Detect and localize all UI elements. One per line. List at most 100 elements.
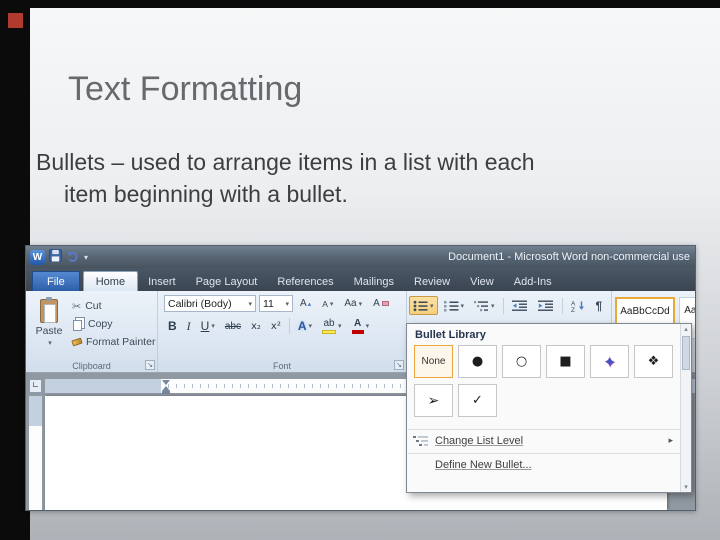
tab-references[interactable]: References bbox=[267, 272, 343, 291]
clear-formatting-button[interactable]: A bbox=[369, 295, 393, 312]
highlight-button[interactable]: ab ▾ bbox=[318, 317, 346, 335]
font-size-combobox[interactable]: 11 ▾ bbox=[259, 295, 293, 312]
bullets-button[interactable]: ▾ bbox=[409, 296, 438, 315]
scroll-up-icon[interactable]: ▴ bbox=[681, 325, 691, 333]
document-title: Document1 - Microsoft Word non-commercia… bbox=[448, 251, 690, 263]
change-list-level-label: Change List Level bbox=[435, 434, 524, 447]
arrow-up-icon: ▴ bbox=[307, 299, 312, 308]
chevron-down-icon: ▾ bbox=[430, 301, 434, 310]
tab-home[interactable]: Home bbox=[82, 271, 139, 291]
chevron-down-icon: ▾ bbox=[460, 301, 465, 310]
bold-button[interactable]: B bbox=[164, 317, 181, 335]
chevron-down-icon: ▾ bbox=[365, 322, 370, 330]
sort-icon: AZ bbox=[571, 300, 584, 312]
quick-access-toolbar: W ▾ bbox=[30, 249, 88, 265]
tab-insert[interactable]: Insert bbox=[138, 272, 186, 291]
font-family-combobox[interactable]: Calibri (Body) ▾ bbox=[164, 295, 256, 312]
font-group-label: Font bbox=[272, 361, 291, 371]
save-icon[interactable] bbox=[49, 249, 62, 265]
shrink-font-glyph: A bbox=[322, 298, 328, 309]
tab-page-layout[interactable]: Page Layout bbox=[186, 272, 268, 291]
clipboard-small-buttons: ✂ Cut Copy Format Painter bbox=[71, 297, 155, 351]
font-color-button[interactable]: A ▾ bbox=[348, 317, 374, 335]
chevron-down-icon: ▾ bbox=[491, 301, 495, 310]
multilevel-list-button[interactable]: ▾ bbox=[470, 296, 499, 315]
slide-top-bar bbox=[0, 0, 720, 8]
shrink-font-button[interactable]: A ▾ bbox=[318, 295, 337, 312]
vertical-ruler-text-area bbox=[29, 426, 42, 510]
paste-button[interactable]: Paste ▾ bbox=[30, 295, 68, 355]
eraser-icon bbox=[381, 301, 389, 306]
bullet-option-none[interactable]: None bbox=[414, 345, 453, 378]
font-dialog-launcher[interactable]: ↘ bbox=[394, 360, 404, 370]
subscript-button[interactable]: x₂ bbox=[247, 317, 265, 335]
cut-label: Cut bbox=[85, 300, 102, 312]
paste-clipboard-icon bbox=[40, 297, 58, 323]
chevron-down-icon: ▾ bbox=[285, 299, 289, 308]
clipboard-dialog-launcher[interactable]: ↘ bbox=[145, 360, 155, 370]
divider bbox=[561, 297, 563, 314]
copy-button[interactable]: Copy bbox=[72, 315, 155, 333]
underline-button[interactable]: U ▾ bbox=[197, 317, 219, 335]
bullet-library-flyout: Bullet Library None ● ○ ■ ✦ ❖ ➢ ✓ Change… bbox=[406, 323, 692, 493]
left-indent-marker[interactable] bbox=[162, 391, 170, 394]
slide-body: Bullets – used to arrange items in a lis… bbox=[36, 146, 535, 210]
text-effects-button[interactable]: A ▾ bbox=[294, 317, 316, 335]
scrollbar-thumb[interactable] bbox=[682, 336, 690, 370]
bullet-option-checkmark[interactable]: ✓ bbox=[458, 384, 497, 417]
sort-button[interactable]: AZ bbox=[567, 296, 590, 315]
chevron-down-icon: ▾ bbox=[358, 299, 363, 308]
tab-review[interactable]: Review bbox=[404, 272, 460, 291]
format-painter-button[interactable]: Format Painter bbox=[71, 333, 155, 351]
show-hide-pilcrow-button[interactable]: ¶ bbox=[592, 296, 607, 315]
word-window-screenshot: W ▾ Document1 - Microsoft Word non-comme… bbox=[25, 245, 696, 511]
change-case-button[interactable]: Aa ▾ bbox=[340, 295, 366, 312]
chevron-down-icon: ▾ bbox=[48, 339, 52, 347]
cut-button[interactable]: ✂ Cut bbox=[72, 297, 155, 315]
arrow-down-icon: ▾ bbox=[329, 299, 334, 308]
flyout-scrollbar[interactable]: ▴ ▾ bbox=[680, 324, 691, 492]
scroll-down-icon[interactable]: ▾ bbox=[681, 483, 691, 491]
numbering-button[interactable]: ▾ bbox=[440, 296, 469, 315]
bullet-option-filled-square[interactable]: ■ bbox=[546, 345, 585, 378]
underline-glyph: U bbox=[200, 319, 210, 333]
tab-view[interactable]: View bbox=[460, 272, 504, 291]
vertical-ruler bbox=[29, 396, 42, 510]
bullet-option-hollow-circle[interactable]: ○ bbox=[502, 345, 541, 378]
slide-accent-square bbox=[8, 13, 23, 28]
change-case-glyph: Aa bbox=[344, 298, 357, 309]
bullet-option-arrowhead[interactable]: ➢ bbox=[414, 384, 453, 417]
undo-icon[interactable] bbox=[66, 250, 80, 265]
chevron-down-icon: ▾ bbox=[211, 322, 215, 330]
first-line-indent-marker[interactable] bbox=[162, 380, 170, 385]
strikethrough-button[interactable]: abc bbox=[221, 317, 245, 335]
increase-indent-button[interactable] bbox=[534, 296, 558, 315]
tab-add-ins[interactable]: Add-Ins bbox=[504, 272, 562, 291]
text-effects-glyph: A bbox=[297, 319, 307, 333]
bullet-grid-row-1: None ● ○ ■ ✦ ❖ bbox=[407, 345, 691, 378]
qat-dropdown-icon[interactable]: ▾ bbox=[84, 253, 88, 262]
superscript-button[interactable]: x² bbox=[267, 317, 285, 335]
font-group: Calibri (Body) ▾ 11 ▾ A ▴ A ▾ Aa ▾ A B I… bbox=[158, 291, 407, 372]
scissors-icon: ✂ bbox=[72, 299, 82, 313]
slide-title: Text Formatting bbox=[68, 70, 303, 108]
bullet-option-star[interactable]: ✦ bbox=[590, 345, 629, 378]
define-new-bullet-item[interactable]: Define New Bullet... bbox=[407, 454, 691, 475]
change-list-level-item[interactable]: Change List Level ▸ bbox=[407, 430, 691, 451]
bullet-option-four-diamonds[interactable]: ❖ bbox=[634, 345, 673, 378]
highlight-glyph: ab bbox=[323, 317, 335, 329]
bullet-option-filled-circle[interactable]: ● bbox=[458, 345, 497, 378]
tab-selector[interactable]: ∟ bbox=[29, 379, 42, 393]
indent-markers[interactable] bbox=[162, 380, 171, 394]
body-line: item beginning with a bullet. bbox=[64, 181, 348, 207]
word-title-bar: W ▾ Document1 - Microsoft Word non-comme… bbox=[26, 246, 695, 268]
tab-mailings[interactable]: Mailings bbox=[344, 272, 404, 291]
clear-formatting-glyph: A bbox=[373, 298, 380, 309]
clipboard-group-label: Clipboard bbox=[72, 361, 111, 371]
slide: Text Formatting Bullets – used to arrang… bbox=[0, 0, 720, 540]
italic-button[interactable]: I bbox=[183, 317, 195, 335]
decrease-indent-button[interactable] bbox=[508, 296, 532, 315]
grow-font-button[interactable]: A ▴ bbox=[296, 295, 315, 312]
change-list-level-icon bbox=[413, 435, 435, 447]
tab-file[interactable]: File bbox=[32, 271, 80, 291]
